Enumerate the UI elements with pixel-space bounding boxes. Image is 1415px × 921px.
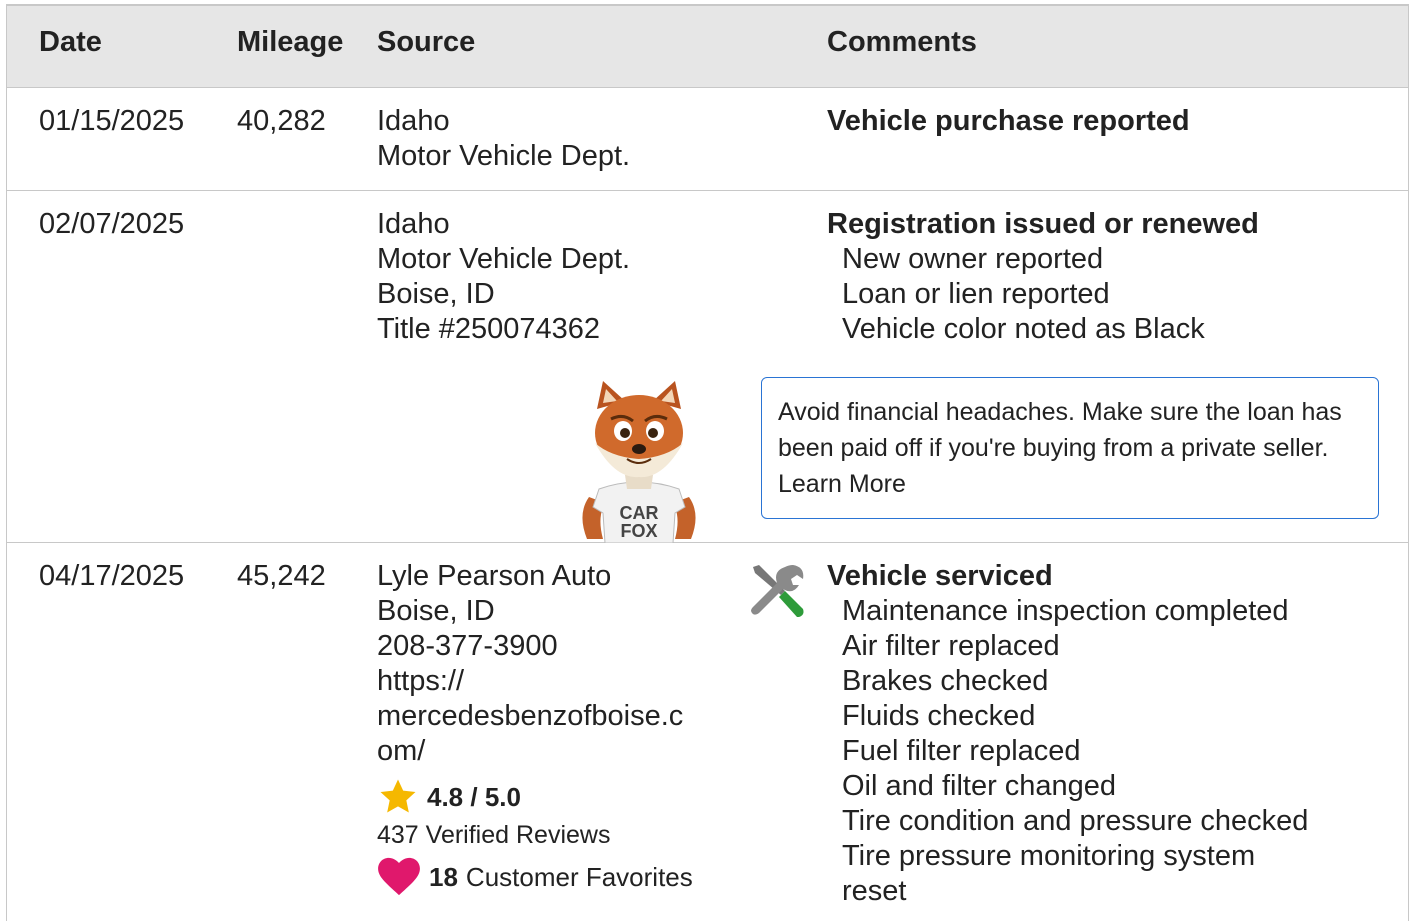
star-icon bbox=[380, 779, 416, 813]
header-date: Date bbox=[39, 26, 102, 58]
source-line: Boise, ID bbox=[377, 278, 495, 310]
source-line: 208-377-3900 bbox=[377, 630, 558, 662]
source-line: Title #250074362 bbox=[377, 313, 601, 345]
row-source: Lyle Pearson Auto Boise, ID 208-377-3900… bbox=[377, 559, 693, 897]
row-date: 01/15/2025 bbox=[39, 105, 185, 137]
mascot-shirt-text: FOX bbox=[620, 521, 657, 541]
comment-title: Vehicle purchase reported bbox=[827, 105, 1190, 137]
comment-item: Loan or lien reported bbox=[842, 278, 1110, 310]
verified-reviews-link[interactable]: 437 Verified Reviews bbox=[377, 817, 693, 853]
dealer-rating[interactable]: 4.8 / 5.0 bbox=[377, 777, 693, 817]
carfox-mascot-image: CAR FOX bbox=[582, 381, 696, 543]
comment-item: Maintenance inspection completed bbox=[842, 595, 1289, 627]
tip-text: Avoid financial headaches. Make sure the… bbox=[778, 398, 1342, 462]
table-row: 01/15/2025 40,282 Idaho Motor Vehicle De… bbox=[7, 88, 1408, 191]
comment-item: Fluids checked bbox=[842, 700, 1036, 732]
comment-item: Tire condition and pressure checked bbox=[842, 805, 1309, 837]
dealer-website-link[interactable]: https:// mercedesbenzofboise.c om/ bbox=[377, 664, 693, 769]
row-source: Idaho Motor Vehicle Dept. bbox=[377, 104, 630, 174]
mascot-shirt-text: CAR bbox=[620, 503, 659, 523]
comment-item: reset bbox=[842, 875, 907, 907]
comment-item: Air filter replaced bbox=[842, 630, 1060, 662]
comment-title: Vehicle serviced bbox=[827, 560, 1053, 592]
comment-item: Brakes checked bbox=[842, 665, 1049, 697]
url-line[interactable]: om/ bbox=[377, 734, 693, 769]
comment-item: Tire pressure monitoring system bbox=[842, 840, 1256, 872]
favorites-count: 18 bbox=[429, 862, 458, 892]
row-mileage: 40,282 bbox=[237, 105, 326, 137]
url-line[interactable]: https:// bbox=[377, 664, 693, 699]
heart-icon bbox=[378, 857, 420, 896]
source-line: Motor Vehicle Dept. bbox=[377, 243, 631, 275]
table-row: 04/17/2025 45,242 Lyle Pearson Auto Bois… bbox=[7, 543, 1408, 921]
source-line: Boise, ID bbox=[377, 595, 495, 627]
source-line: Idaho bbox=[377, 105, 450, 137]
header-mileage: Mileage bbox=[237, 26, 344, 58]
table-row: 02/07/2025 Idaho Motor Vehicle Dept. Boi… bbox=[7, 191, 1408, 543]
vehicle-history-table: Date Mileage Source Comments 01/15/2025 … bbox=[6, 4, 1409, 921]
comment-item: Oil and filter changed bbox=[842, 770, 1117, 802]
row-comments: Registration issued or renewed New owner… bbox=[827, 207, 1259, 347]
row-comments: Vehicle serviced Maintenance inspection … bbox=[827, 559, 1308, 909]
learn-more-link[interactable]: Learn More bbox=[778, 470, 906, 498]
row-mileage: 45,242 bbox=[237, 560, 326, 592]
source-line: Motor Vehicle Dept. bbox=[377, 140, 631, 172]
tools-icon bbox=[751, 565, 804, 617]
source-line: Lyle Pearson Auto bbox=[377, 560, 612, 592]
comment-item: New owner reported bbox=[842, 243, 1104, 275]
row-source: Idaho Motor Vehicle Dept. Boise, ID Titl… bbox=[377, 207, 630, 347]
comment-item: Fuel filter replaced bbox=[842, 735, 1081, 767]
row-comments: Vehicle purchase reported bbox=[827, 104, 1190, 139]
source-line: Idaho bbox=[377, 208, 450, 240]
loan-tip-box: Avoid financial headaches. Make sure the… bbox=[761, 377, 1379, 519]
row-date: 04/17/2025 bbox=[39, 560, 185, 592]
header-comments: Comments bbox=[827, 26, 977, 58]
url-line[interactable]: mercedesbenzofboise.c bbox=[377, 699, 693, 734]
comment-title: Registration issued or renewed bbox=[827, 208, 1259, 240]
table-header: Date Mileage Source Comments bbox=[7, 6, 1408, 88]
row-date: 02/07/2025 bbox=[39, 208, 185, 240]
favorites-label: Customer Favorites bbox=[465, 862, 693, 892]
comment-item: Vehicle color noted as Black bbox=[842, 313, 1205, 345]
customer-favorites: 18 Customer Favorites bbox=[377, 857, 693, 897]
rating-value: 4.8 / 5.0 bbox=[427, 782, 521, 812]
header-source: Source bbox=[377, 26, 476, 58]
